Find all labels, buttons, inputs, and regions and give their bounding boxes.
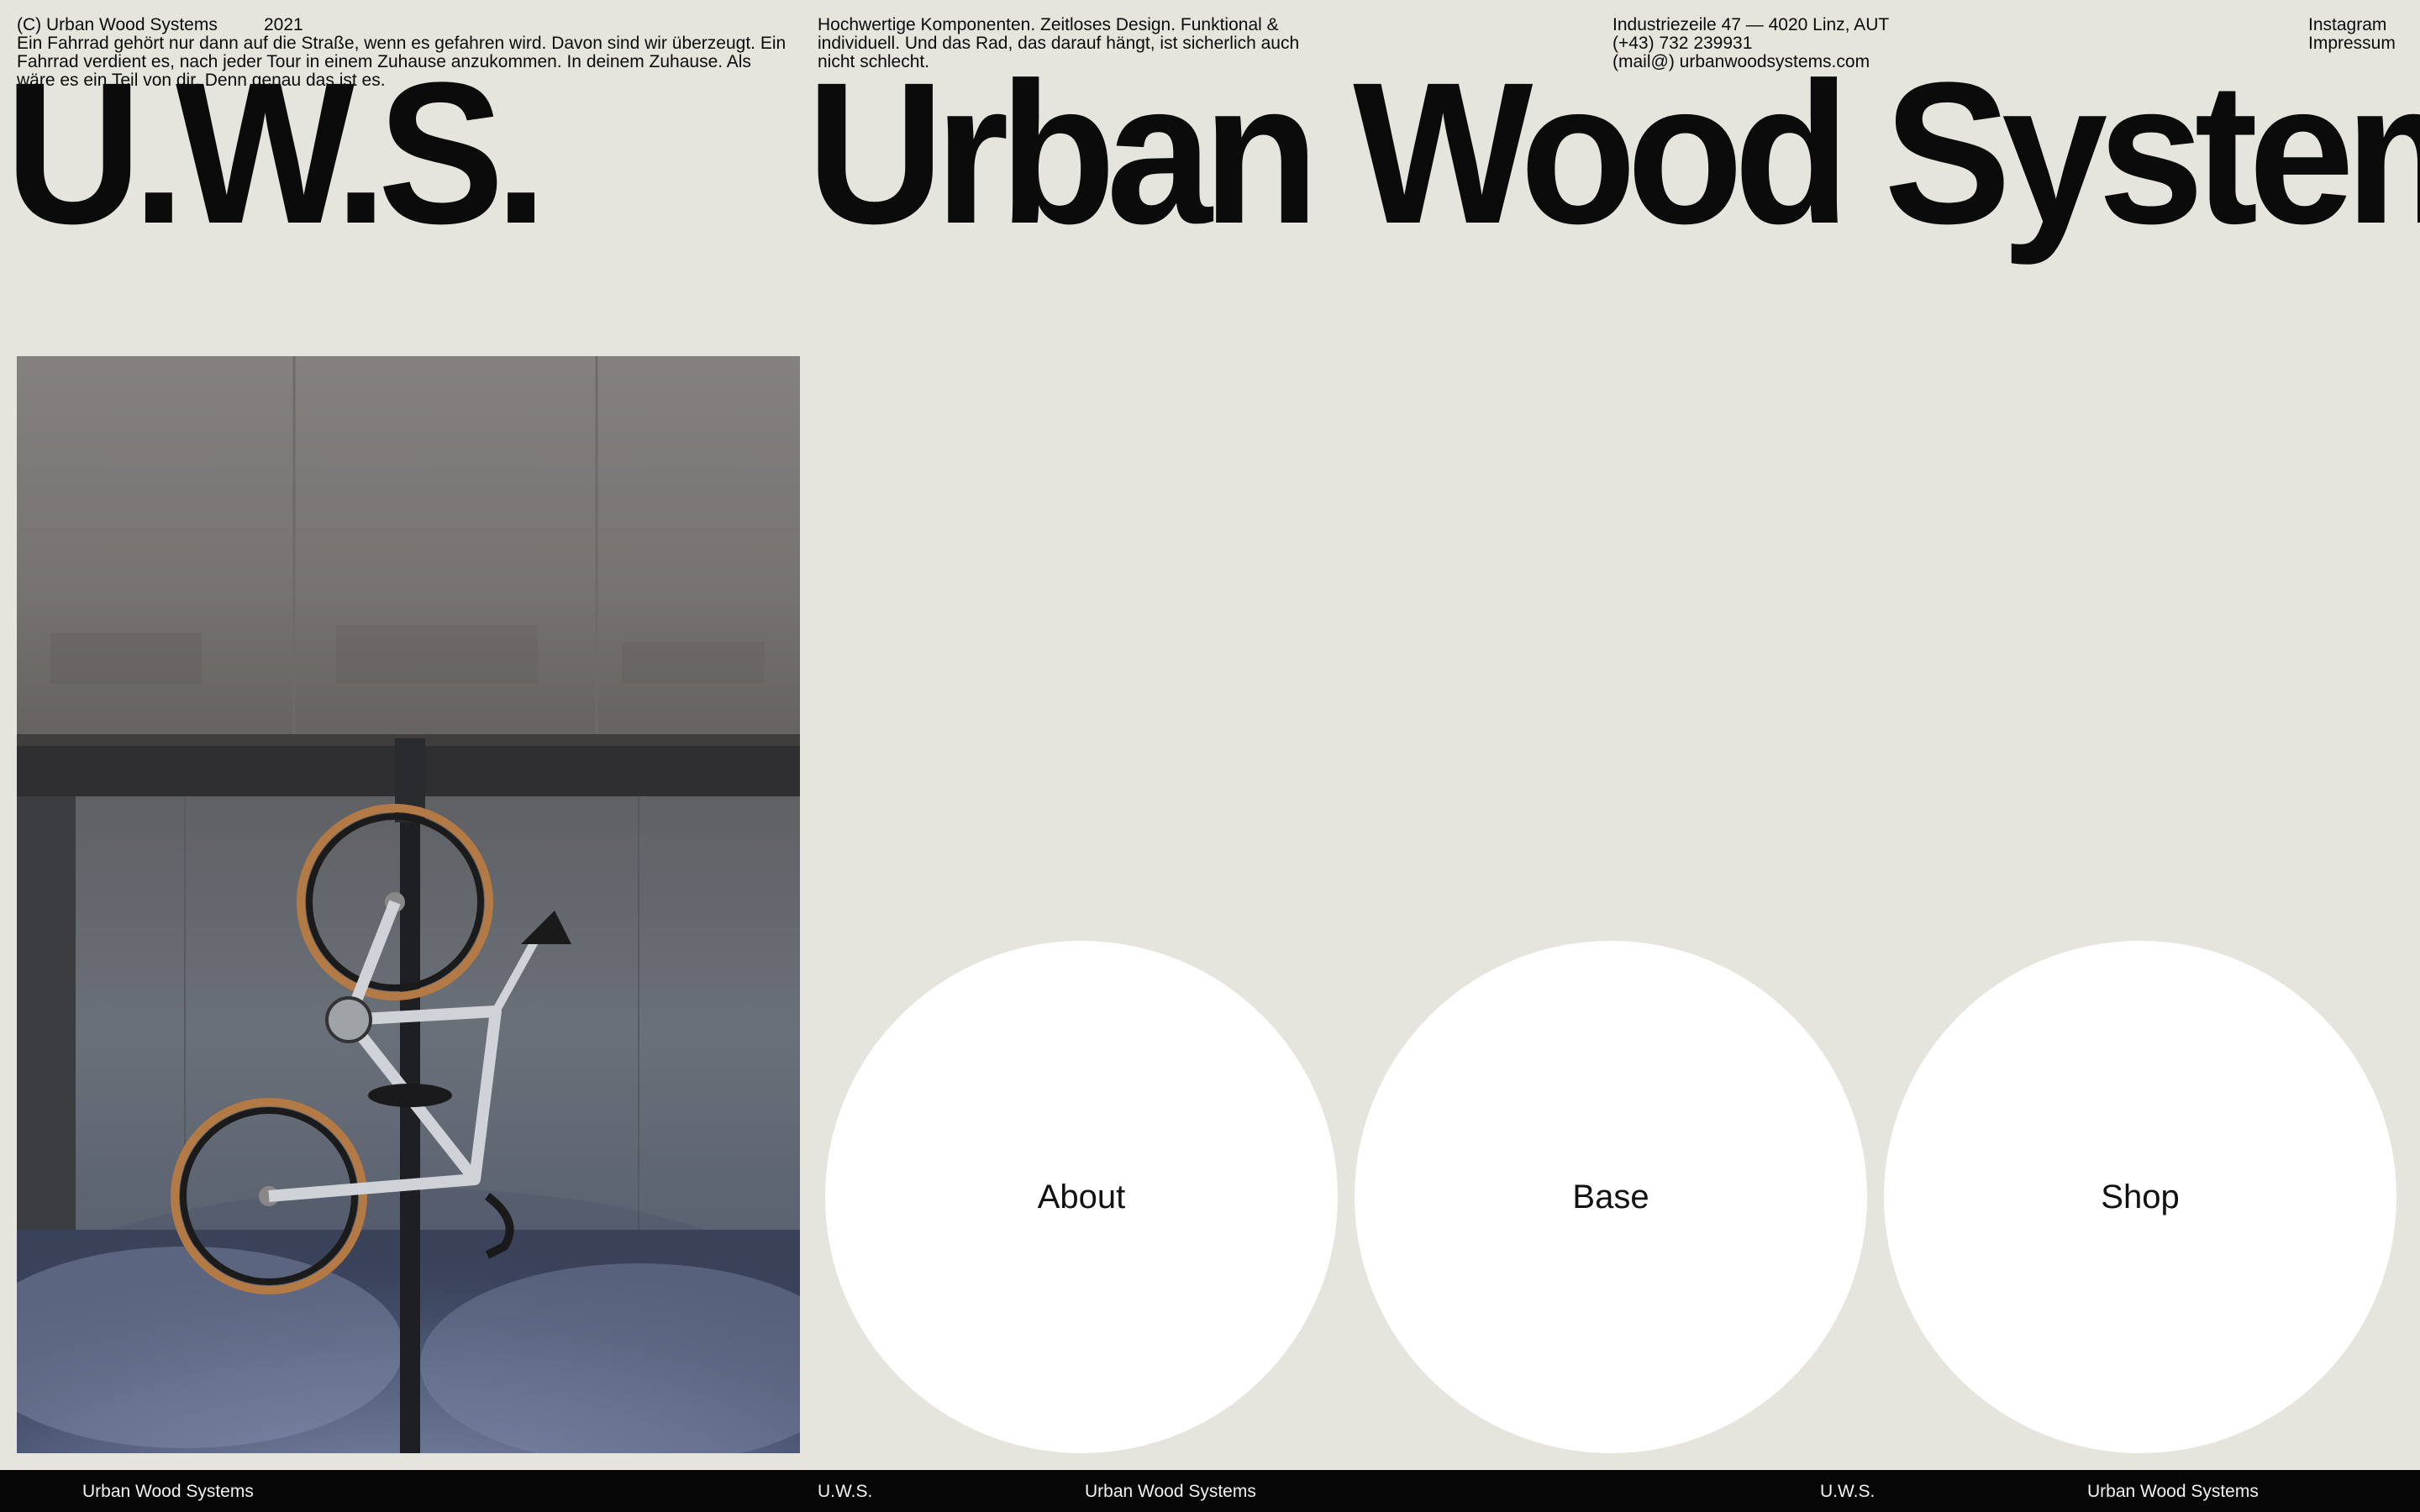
hero-bike-photo [17,356,800,1453]
base-label: Base [1572,1178,1649,1215]
about-label: About [1037,1178,1126,1215]
shop-label: Shop [2101,1178,2180,1215]
footer-item: U.W.S. [1820,1482,1876,1501]
logo-wordmark[interactable]: U.W.S. [5,52,548,254]
footer-item: Urban Wood Systems [1085,1482,1256,1501]
base-nav-button[interactable]: Base [1355,941,1867,1453]
bike-wall-mount-photo-icon [17,356,800,1453]
footer-item: Urban Wood Systems [2087,1482,2259,1501]
header-copyright: (C) Urban Wood Systems [17,15,218,34]
contact-address: Industriezeile 47 — 4020 Linz, AUT [1612,15,1890,34]
about-nav-button[interactable]: About [825,941,1338,1453]
footer-item: Urban Wood Systems [82,1482,254,1501]
site-title: Urban Wood Systems [807,40,2420,265]
footer-item: U.W.S. [818,1482,873,1501]
instagram-link[interactable]: Instagram [2308,16,2396,34]
shop-nav-button[interactable]: Shop [1884,941,2396,1453]
footer-marquee: Urban Wood Systems U.W.S. Urban Wood Sys… [0,1470,2420,1512]
header-year: 2021 [264,15,303,34]
